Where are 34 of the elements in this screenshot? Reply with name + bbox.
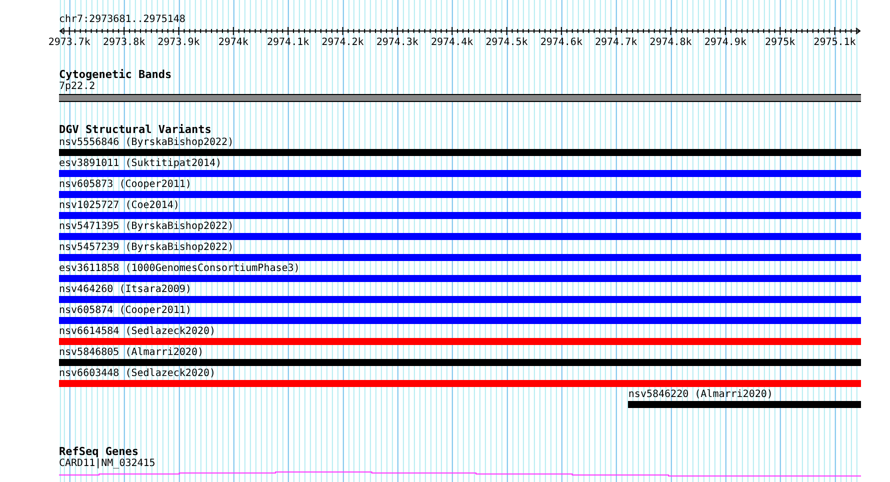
variant-label: esv3891011 (Suktitipat2014) (59, 157, 222, 170)
variant-label: nsv464260 (Itsara2009) (59, 283, 192, 296)
gene-label: CARD11|NM_032415 (59, 458, 156, 470)
ruler-label: 2973.7k (48, 37, 90, 48)
variant-label: nsv5846220 (Almarri2020) (628, 388, 773, 401)
variant-label: nsv6614584 (Sedlazeck2020) (59, 325, 216, 338)
ruler-label: 2974.4k (431, 37, 474, 48)
ruler-label: 2974.7k (595, 37, 638, 48)
variant-label: nsv5457239 (ByrskaBishop2022) (59, 241, 234, 254)
variant-label: nsv605873 (Cooper2011) (59, 178, 192, 191)
track-title: RefSeq Genes (59, 445, 138, 458)
variant-label: nsv6603448 (Sedlazeck2020) (59, 367, 216, 380)
ruler-label: 2974k (218, 37, 248, 48)
ruler-label: 2974.9k (704, 37, 746, 48)
variant-label: nsv5846805 (Almarri2020) (59, 346, 204, 359)
ruler-label: 2974.8k (650, 37, 692, 48)
region-label: chr7:2973681..2975148 (59, 14, 186, 26)
track-title: DGV Structural Variants (59, 123, 212, 136)
ruler-label: 2974.6k (540, 37, 582, 48)
ruler-label: 2974.2k (322, 37, 364, 48)
ruler-label: 2973.8k (102, 37, 146, 48)
variant-label: nsv605874 (Cooper2011) (59, 304, 192, 317)
ruler-label: 2974.3k (376, 37, 418, 48)
variant-label: nsv5556846 (ByrskaBishop2022) (59, 136, 234, 149)
ruler-label: 2974.1k (266, 37, 310, 48)
band-label: 7p22.2 (59, 81, 96, 93)
variant-label: nsv1025727 (Coe2014) (59, 199, 180, 212)
ruler-label: 2975k (765, 37, 796, 48)
ruler-label: 2975.1k (814, 37, 856, 48)
variant-label: nsv5471395 (ByrskaBishop2022) (59, 220, 234, 233)
variant-label: esv3611858 (1000GenomesConsortiumPhase3) (59, 262, 300, 275)
track-title: Cytogenetic Bands (59, 68, 172, 81)
ruler-label: 2974.5k (486, 37, 528, 48)
ruler-label: 2973.9k (158, 37, 200, 48)
